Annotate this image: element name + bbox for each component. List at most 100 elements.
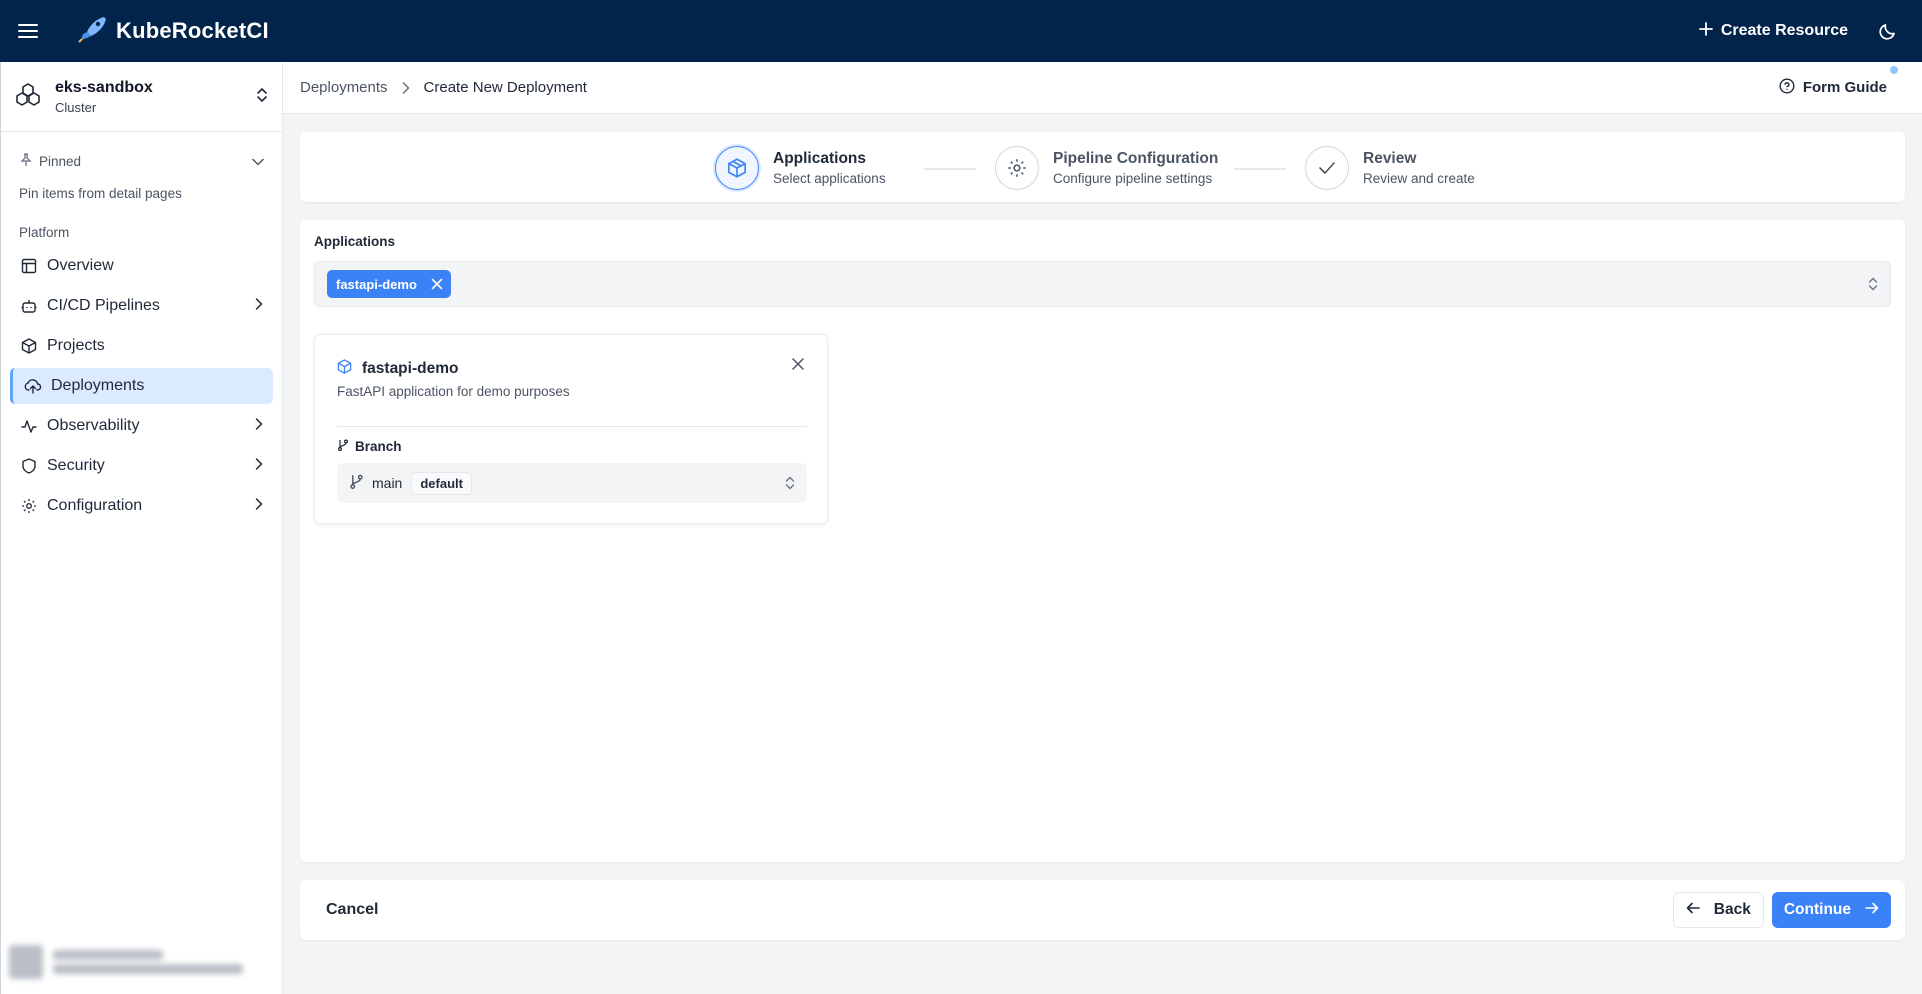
cluster-name: eks-sandbox xyxy=(55,78,153,96)
form-guide-label: Form Guide xyxy=(1802,79,1887,96)
remove-chip-icon[interactable] xyxy=(431,278,443,290)
application-description: FastAPI application for demo purposes xyxy=(337,384,570,399)
step-title: Pipeline Configuration xyxy=(1053,150,1219,167)
applications-form: Applications fastapi-demo fastapi-demo F… xyxy=(300,220,1905,862)
step-connector xyxy=(924,168,976,170)
sidebar: eks-sandbox Cluster Pinned Pin items fro… xyxy=(0,62,283,994)
plus-icon xyxy=(1698,21,1713,41)
chevron-right-icon xyxy=(255,297,263,315)
step-title: Review xyxy=(1363,150,1417,167)
close-icon[interactable] xyxy=(789,355,807,373)
form-guide-button[interactable]: Form Guide xyxy=(1779,65,1898,98)
sidebar-item-label: Projects xyxy=(47,337,105,354)
step-subtitle: Configure pipeline settings xyxy=(1053,171,1213,186)
user-menu[interactable] xyxy=(9,942,275,982)
sidebar-item-label: Security xyxy=(47,457,105,474)
create-resource-label: Create Resource xyxy=(1720,22,1848,39)
continue-button[interactable]: Continue xyxy=(1771,892,1891,928)
platform-section-label: Platform xyxy=(19,225,70,240)
breadcrumb-deployments-link[interactable]: Deployments xyxy=(300,79,388,96)
back-label: Back xyxy=(1713,901,1751,918)
activity-icon xyxy=(20,417,38,435)
sidebar-item-cicd-pipelines[interactable]: CI/CD Pipelines xyxy=(10,288,273,324)
sidebar-nav: Overview CI/CD Pipelines Projects Deploy… xyxy=(1,248,282,524)
step-connector xyxy=(1234,168,1286,170)
brand-logo[interactable]: KubeRocketCI xyxy=(78,15,269,47)
sidebar-item-configuration[interactable]: Configuration xyxy=(10,488,273,524)
step-applications[interactable]: Applications Select applications xyxy=(715,146,886,190)
chevron-right-icon xyxy=(255,497,263,515)
main-content: Deployments Create New Deployment Form G… xyxy=(283,62,1922,994)
branch-field-label: Branch xyxy=(337,439,402,454)
sidebar-item-label: Observability xyxy=(47,417,140,434)
pinned-label: Pinned xyxy=(39,153,82,169)
menu-icon[interactable] xyxy=(14,17,42,45)
notification-dot xyxy=(1890,65,1898,74)
sidebar-item-label: CI/CD Pipelines xyxy=(47,297,160,314)
stepper: Applications Select applications Pipelin… xyxy=(300,132,1905,202)
chevrons-up-down-icon xyxy=(785,476,795,490)
applications-field-label: Applications xyxy=(314,234,396,249)
pin-icon xyxy=(19,152,33,170)
package-icon xyxy=(715,146,759,190)
branch-label-text: Branch xyxy=(355,439,402,454)
divider xyxy=(337,426,807,427)
create-resource-button[interactable]: Create Resource xyxy=(1698,21,1848,41)
default-branch-badge: default xyxy=(411,471,472,495)
sidebar-item-observability[interactable]: Observability xyxy=(10,408,273,444)
chevrons-up-down-icon xyxy=(1868,277,1878,291)
application-name: fastapi-demo xyxy=(362,359,459,377)
cloud-upload-icon xyxy=(24,377,42,395)
top-bar: KubeRocketCI Create Resource xyxy=(0,0,1922,62)
chevron-right-icon xyxy=(255,417,263,435)
cluster-icon xyxy=(15,82,41,112)
continue-label: Continue xyxy=(1783,901,1851,918)
application-chip: fastapi-demo xyxy=(327,270,451,298)
breadcrumb: Deployments Create New Deployment Form G… xyxy=(283,62,1922,114)
arrow-right-icon xyxy=(1865,901,1879,919)
app-name: KubeRocketCI xyxy=(116,18,269,43)
chevrons-up-down-icon xyxy=(256,87,268,107)
sidebar-item-label: Configuration xyxy=(47,497,143,514)
branch-value: main xyxy=(372,475,403,491)
applications-multiselect[interactable]: fastapi-demo xyxy=(314,261,1891,307)
sidebar-item-overview[interactable]: Overview xyxy=(10,248,273,284)
bot-icon xyxy=(20,297,38,315)
sidebar-item-label: Deployments xyxy=(51,377,145,394)
check-icon xyxy=(1305,146,1349,190)
git-branch-icon xyxy=(349,474,364,493)
shield-icon xyxy=(20,457,38,475)
package-icon xyxy=(20,337,38,355)
step-subtitle: Select applications xyxy=(773,171,886,186)
chevron-right-icon xyxy=(255,457,263,475)
back-button[interactable]: Back xyxy=(1672,892,1764,928)
sidebar-item-security[interactable]: Security xyxy=(10,448,273,484)
help-circle-icon xyxy=(1779,77,1795,98)
step-review[interactable]: Review Review and create xyxy=(1305,146,1475,190)
pinned-hint: Pin items from detail pages xyxy=(19,186,182,201)
breadcrumb-current: Create New Deployment xyxy=(423,79,587,96)
avatar xyxy=(9,945,43,979)
cancel-button[interactable]: Cancel xyxy=(314,893,390,927)
cluster-switcher[interactable]: eks-sandbox Cluster xyxy=(1,62,282,132)
gear-icon xyxy=(995,146,1039,190)
package-icon xyxy=(337,359,352,378)
moon-icon[interactable] xyxy=(1876,19,1900,43)
chevron-down-icon xyxy=(252,154,264,169)
form-actions: Cancel Back Continue xyxy=(300,880,1905,940)
chip-label: fastapi-demo xyxy=(336,276,417,292)
step-subtitle: Review and create xyxy=(1363,171,1475,186)
sidebar-item-deployments[interactable]: Deployments xyxy=(10,368,273,404)
step-pipeline-configuration[interactable]: Pipeline Configuration Configure pipelin… xyxy=(995,146,1218,190)
pinned-section-toggle[interactable]: Pinned xyxy=(1,146,282,176)
rocket-icon xyxy=(78,15,108,47)
sidebar-item-label: Overview xyxy=(47,257,114,274)
layout-icon xyxy=(20,257,38,275)
branch-select[interactable]: main default xyxy=(337,463,807,503)
step-title: Applications xyxy=(773,150,867,167)
arrow-left-icon xyxy=(1686,901,1700,919)
chevron-right-icon xyxy=(402,81,410,94)
sidebar-item-projects[interactable]: Projects xyxy=(10,328,273,364)
application-card: fastapi-demo FastAPI application for dem… xyxy=(314,334,828,524)
gear-icon xyxy=(20,497,38,515)
